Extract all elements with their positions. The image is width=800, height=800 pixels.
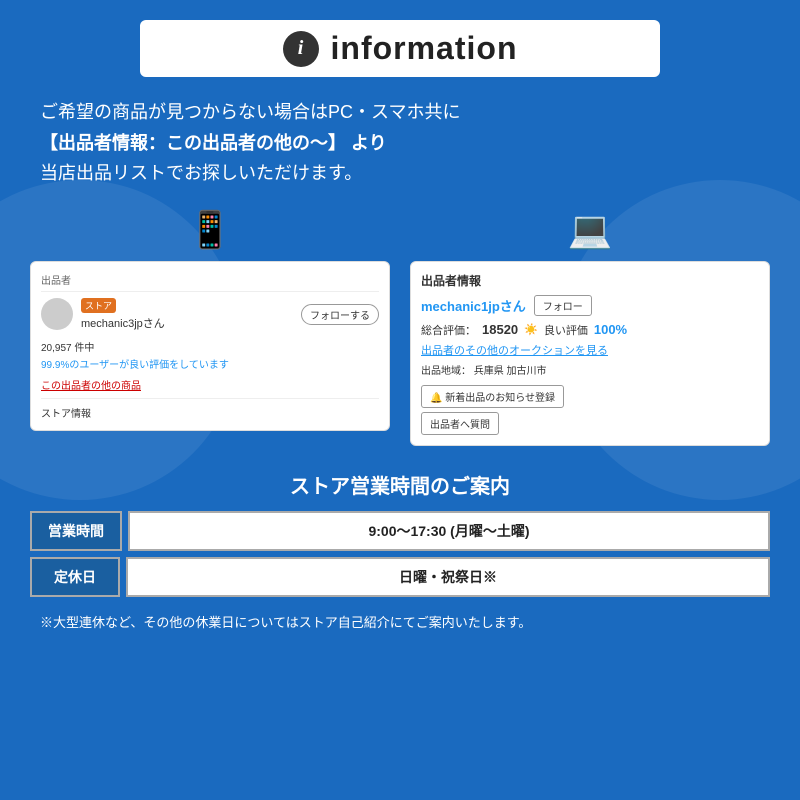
store-info-link-mobile[interactable]: ストア情報 xyxy=(41,398,379,420)
info-header: i information xyxy=(140,20,660,77)
description-line3: 当店出品リストでお探しいただけます。 xyxy=(40,158,760,189)
hours-label-1: 定休日 xyxy=(30,557,120,597)
hours-row-1: 定休日 日曜・祝祭日※ xyxy=(30,557,770,597)
desktop-col: 💻 出品者情報 mechanic1jpさん フォロー 総合評価： 18520 ☀… xyxy=(410,209,770,446)
description-line2: 【出品者情報：この出品者の他の〜】 より xyxy=(40,128,760,159)
info-icon: i xyxy=(283,31,319,67)
seller-row-desktop: mechanic1jpさん フォロー xyxy=(421,295,759,316)
seller-section-label: 出品者 xyxy=(41,272,379,292)
store-hours-title: ストア営業時間のご案内 xyxy=(30,470,770,499)
seller-row-mobile: ストア mechanic3jpさん フォローする xyxy=(41,298,379,331)
total-rating-value: 18520 xyxy=(482,322,518,337)
good-rating-label: 良い評価 xyxy=(544,322,588,338)
desktop-section-label: 出品者情報 xyxy=(421,272,759,289)
note-text: ※大型連休など、その他の休業日についてはストア自己紹介にてご案内いたします。 xyxy=(30,613,770,633)
location-text-desktop: 出品地域： 兵庫県 加古川市 xyxy=(421,362,759,377)
mobile-col: 📱 出品者 ストア mechanic3jpさん フォローする 20,957 件中… xyxy=(30,209,390,446)
rating-text-mobile: 99.9%のユーザーが良い評価をしています xyxy=(41,356,379,371)
desktop-screenshot: 出品者情報 mechanic1jpさん フォロー 総合評価： 18520 ☀️ … xyxy=(410,261,770,446)
avatar-mobile xyxy=(41,298,73,330)
store-badge: ストア xyxy=(81,298,116,313)
seller-name-desktop: mechanic1jpさん xyxy=(421,296,526,315)
hours-value-1: 日曜・祝祭日※ xyxy=(126,557,770,597)
total-rating-label: 総合評価： xyxy=(421,322,476,338)
sun-icon: ☀️ xyxy=(524,323,538,336)
rating-row-desktop: 総合評価： 18520 ☀️ 良い評価 100% xyxy=(421,322,759,338)
seller-name-mobile: mechanic3jpさん xyxy=(81,315,293,331)
other-items-link-mobile[interactable]: この出品者の他の商品 xyxy=(41,377,379,392)
seller-info-mobile: ストア mechanic3jpさん xyxy=(81,298,293,331)
hours-row-0: 営業時間 9:00〜17:30 (月曜〜土曜) xyxy=(30,511,770,551)
desktop-icon: 💻 xyxy=(568,209,613,251)
good-rating-percent: 100% xyxy=(594,322,627,337)
follow-button-mobile[interactable]: フォローする xyxy=(301,304,379,325)
notification-btn-desktop[interactable]: 🔔 新着出品のお知らせ登録 xyxy=(421,385,564,408)
question-btn-desktop[interactable]: 出品者へ質問 xyxy=(421,412,499,435)
follow-button-desktop[interactable]: フォロー xyxy=(534,295,592,316)
store-hours-section: ストア営業時間のご案内 営業時間 9:00〜17:30 (月曜〜土曜) 定休日 … xyxy=(30,470,770,597)
screenshots-row: 📱 出品者 ストア mechanic3jpさん フォローする 20,957 件中… xyxy=(30,209,770,446)
description-line1: ご希望の商品が見つからない場合はPC・スマホ共に xyxy=(40,97,760,128)
mobile-icon: 📱 xyxy=(188,209,233,251)
description-block: ご希望の商品が見つからない場合はPC・スマホ共に 【出品者情報：この出品者の他の… xyxy=(30,97,770,189)
info-title: information xyxy=(331,30,518,67)
hours-label-0: 営業時間 xyxy=(30,511,122,551)
mobile-screenshot: 出品者 ストア mechanic3jpさん フォローする 20,957 件中 9… xyxy=(30,261,390,431)
hours-value-0: 9:00〜17:30 (月曜〜土曜) xyxy=(128,511,770,551)
auction-link-desktop[interactable]: 出品者のその他のオークションを見る xyxy=(421,342,759,358)
main-container: i information ご希望の商品が見つからない場合はPC・スマホ共に 【… xyxy=(0,0,800,652)
count-mobile: 20,957 件中 xyxy=(41,339,379,354)
